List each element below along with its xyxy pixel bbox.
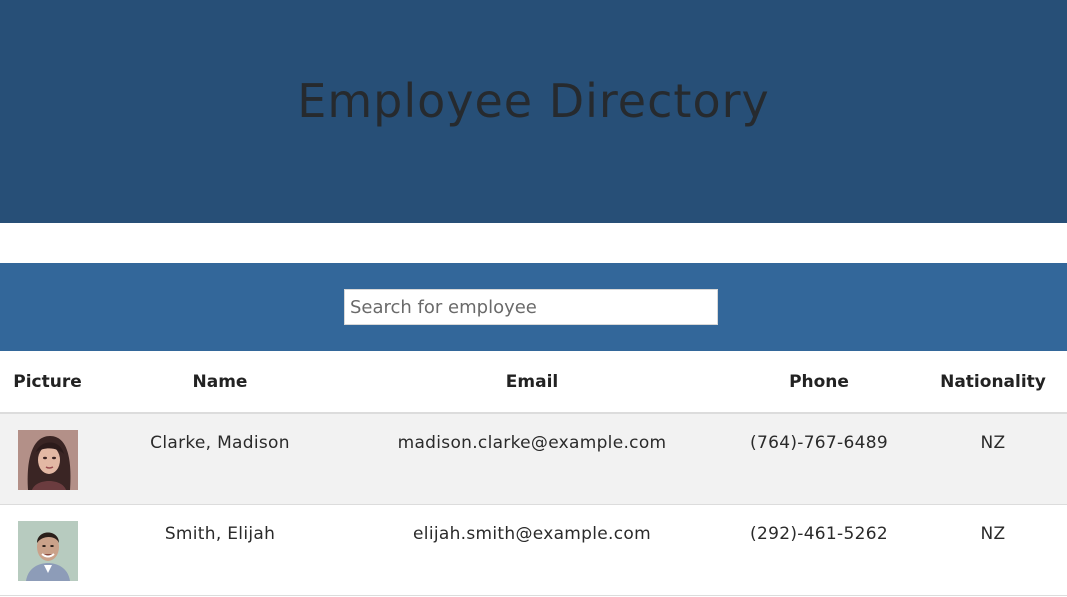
picture-cell [0, 504, 95, 596]
search-input[interactable] [344, 289, 718, 325]
employee-email: madison.clarke@example.com [345, 413, 719, 505]
employee-nationality: NZ [919, 413, 1067, 505]
page-title: Employee Directory [297, 73, 770, 128]
column-header-name[interactable]: Name [95, 351, 345, 414]
table-row: Clarke, Madison madison.clarke@example.c… [0, 413, 1067, 505]
column-header-email[interactable]: Email [345, 351, 719, 414]
employee-name: Clarke, Madison [95, 413, 345, 505]
column-header-picture[interactable]: Picture [0, 351, 95, 414]
employee-phone: (764)-767-6489 [719, 413, 919, 505]
employee-email: elijah.smith@example.com [345, 504, 719, 596]
column-header-phone[interactable]: Phone [719, 351, 919, 414]
page-header: Employee Directory [0, 0, 1067, 223]
picture-cell [0, 413, 95, 505]
employee-nationality: NZ [919, 504, 1067, 596]
avatar [18, 521, 78, 581]
search-bar [0, 263, 1067, 351]
table-row: Smith, Elijah elijah.smith@example.com (… [0, 504, 1067, 596]
table-header-row: Picture Name Email Phone Nationality [0, 351, 1067, 414]
avatar [18, 430, 78, 490]
employee-name: Smith, Elijah [95, 504, 345, 596]
employee-table: Picture Name Email Phone Nationality Cla… [0, 351, 1067, 596]
employee-phone: (292)-461-5262 [719, 504, 919, 596]
column-header-nationality[interactable]: Nationality [919, 351, 1067, 414]
